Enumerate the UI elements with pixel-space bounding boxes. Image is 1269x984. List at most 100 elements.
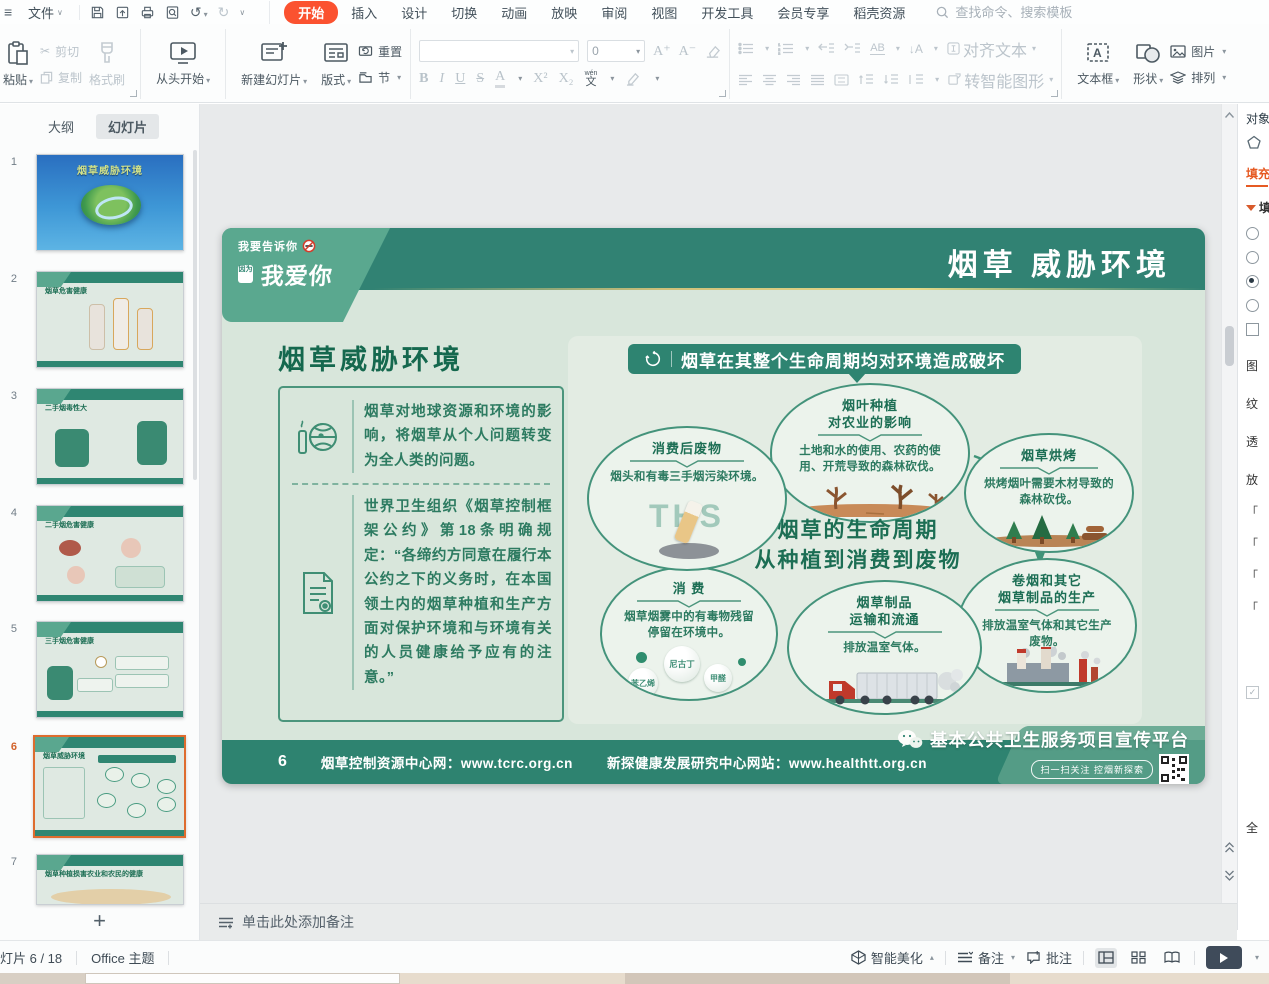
superscript-button[interactable]: X²	[533, 71, 547, 87]
add-slide-button[interactable]: +	[0, 908, 199, 934]
lifecycle-diagram[interactable]: 烟草在其整个生命周期均对环境造成破坏 烟叶种植	[568, 336, 1142, 724]
increase-indent-icon[interactable]	[844, 42, 861, 55]
section-button[interactable]: 节▾	[358, 69, 402, 86]
play-options-caret[interactable]: ▾	[1255, 953, 1259, 962]
format-painter-button[interactable]: 格式刷	[82, 40, 132, 88]
fill-option-radio-2[interactable]	[1246, 251, 1259, 264]
italic-button[interactable]: I	[440, 71, 445, 87]
save-icon[interactable]	[90, 5, 105, 20]
clear-format-icon[interactable]	[704, 44, 721, 59]
node-tobacco-planting[interactable]: 烟叶种植 对农业的影响 土地和水的使用、农药的使用、开荒导致的森林砍伐。	[770, 383, 970, 523]
comments-button[interactable]: 批注	[1026, 948, 1072, 967]
node-tobacco-curing[interactable]: 烟草烘烤 烘烤烟叶需要木材导致的森林砍伐。	[964, 433, 1134, 553]
line-spacing-down-icon[interactable]	[883, 73, 899, 86]
node-consumption[interactable]: 消 费 烟草烟雾中的有毒物残留停留在环境中。 尼古丁 甲醛 苯乙烯	[600, 566, 778, 701]
scrollbar-thumb[interactable]	[1225, 326, 1234, 366]
reading-view-button[interactable]	[1161, 948, 1183, 968]
fill-option-radio-1[interactable]	[1246, 227, 1259, 240]
fill-option-radio-4[interactable]	[1246, 299, 1259, 312]
increase-font-button[interactable]: A⁺	[653, 43, 671, 60]
slides-panel-scrollbar[interactable]	[193, 150, 197, 480]
notes-bar[interactable]: 单击此处添加备注	[200, 903, 1237, 940]
slide-thumbnail-4[interactable]: 二手烟危害健康	[36, 505, 184, 602]
tab-view[interactable]: 视图	[640, 1, 688, 24]
text-direction-button[interactable]: ↓A	[909, 42, 923, 56]
command-search[interactable]	[936, 4, 1107, 21]
bold-button[interactable]: B	[419, 71, 428, 87]
customize-toolbar-icon[interactable]: ∨	[239, 8, 245, 17]
slideshow-play-button[interactable]	[1206, 946, 1242, 969]
previous-slide-button[interactable]	[1222, 836, 1237, 858]
next-slide-button[interactable]	[1222, 864, 1237, 886]
slide-thumbnail-7[interactable]: 烟草种植损害农业和农民的健康	[36, 854, 184, 905]
paste-button[interactable]: 粘贴▾	[0, 40, 40, 88]
node-transport-distribution[interactable]: 烟草制品 运输和流通 排放温室气体。	[787, 580, 982, 715]
file-menu[interactable]: 文件∨	[24, 3, 67, 22]
editing-canvas[interactable]: 我要告诉你 因为 我爱你 烟草 威胁环境 烟草威胁环境 烟草对地球资源和环境的影…	[200, 104, 1237, 903]
new-slide-button[interactable]: 新建幻灯片▾	[234, 40, 314, 88]
tab-outline[interactable]: 大纲	[36, 114, 86, 139]
subscript-button[interactable]: X₂	[559, 71, 574, 87]
font-color-button[interactable]: A	[495, 69, 505, 88]
font-size-combo[interactable]: 0▾	[587, 40, 645, 62]
clipboard-dialog-launcher[interactable]	[130, 90, 137, 97]
hamburger-menu-icon[interactable]: ≡	[4, 4, 20, 20]
decrease-font-button[interactable]: A⁻	[679, 43, 697, 60]
section-heading[interactable]: 烟草威胁环境	[278, 338, 464, 377]
align-right-icon[interactable]	[786, 74, 801, 86]
tab-design[interactable]: 设计	[390, 1, 438, 24]
smart-beautify-button[interactable]: 智能美化▴	[851, 948, 934, 967]
copy-button[interactable]: 复制	[40, 69, 82, 86]
font-name-combo[interactable]: ▾	[419, 40, 579, 62]
reset-button[interactable]: 重置	[358, 43, 402, 60]
slide-thumbnail-3[interactable]: 二手烟毒性大	[36, 388, 184, 485]
line-spacing-up-icon[interactable]	[858, 73, 874, 86]
export-icon[interactable]	[115, 5, 130, 20]
scroll-up-button[interactable]	[1222, 104, 1237, 126]
fill-tab[interactable]: 填充	[1246, 165, 1269, 182]
undo-icon[interactable]: ↺▾	[190, 5, 208, 19]
text-box-button[interactable]: A 文本框▾	[1070, 41, 1126, 87]
bullet-list-icon[interactable]	[738, 42, 754, 55]
font-dialog-launcher[interactable]	[719, 90, 726, 97]
align-center-icon[interactable]	[762, 74, 777, 86]
tab-slideshow[interactable]: 放映	[540, 1, 588, 24]
shapes-button[interactable]: 形状▾	[1126, 41, 1170, 87]
slide-title[interactable]: 烟草 威胁环境	[948, 240, 1171, 284]
fill-option-swatch[interactable]	[1246, 323, 1259, 336]
tab-membership[interactable]: 会员专享	[766, 1, 840, 24]
align-text-button[interactable]: 对齐文本▾	[947, 37, 1036, 61]
paragraph-dialog-launcher[interactable]	[1051, 90, 1058, 97]
fill-option-radio-3-selected[interactable]	[1246, 275, 1259, 288]
print-icon[interactable]	[140, 5, 155, 20]
notes-button[interactable]: 备注▾	[957, 948, 1015, 967]
option-row[interactable]: 「	[1246, 535, 1269, 552]
strikethrough-button[interactable]: S	[476, 71, 484, 87]
option-row[interactable]: 「	[1246, 567, 1269, 584]
align-left-icon[interactable]	[738, 74, 753, 86]
search-input[interactable]	[953, 4, 1107, 21]
info-box[interactable]: 烟草对地球资源和环境的影响，将烟草从个人问题转变为全人类的问题。 世界卫生组织《…	[278, 386, 564, 722]
justify-icon[interactable]	[810, 74, 825, 86]
canvas-scrollbar[interactable]	[1221, 104, 1237, 903]
slide-thumbnail-5[interactable]: 三手烟危害健康	[36, 621, 184, 718]
cut-button[interactable]: ✂剪切	[40, 43, 82, 60]
theme-name[interactable]: Office 主题	[91, 948, 154, 967]
normal-view-button[interactable]	[1095, 948, 1117, 968]
picture-button[interactable]: 图片▾	[1170, 43, 1226, 60]
tab-transition[interactable]: 切换	[440, 1, 488, 24]
fill-section-header[interactable]: 填	[1246, 199, 1269, 216]
highlight-icon[interactable]	[625, 72, 642, 86]
slide-thumbnail-6-selected[interactable]: 烟草威胁环境	[33, 735, 186, 838]
numbered-list-icon[interactable]: 123	[778, 42, 794, 55]
node-cigarette-production[interactable]: 卷烟和其它 烟草制品的生产 排放温室气体和其它生产废物。	[957, 558, 1137, 693]
slide-6[interactable]: 我要告诉你 因为 我爱你 烟草 威胁环境 烟草威胁环境 烟草对地球资源和环境的影…	[222, 228, 1205, 784]
slide-sorter-view-button[interactable]	[1128, 948, 1150, 968]
option-row[interactable]: 「	[1246, 503, 1269, 520]
tab-developer[interactable]: 开发工具	[690, 1, 764, 24]
option-row[interactable]: 「	[1246, 599, 1269, 616]
line-spacing-icon[interactable]	[908, 73, 924, 86]
tab-docer[interactable]: 稻壳资源	[842, 1, 916, 24]
tab-animation[interactable]: 动画	[490, 1, 538, 24]
print-preview-icon[interactable]	[165, 5, 180, 20]
